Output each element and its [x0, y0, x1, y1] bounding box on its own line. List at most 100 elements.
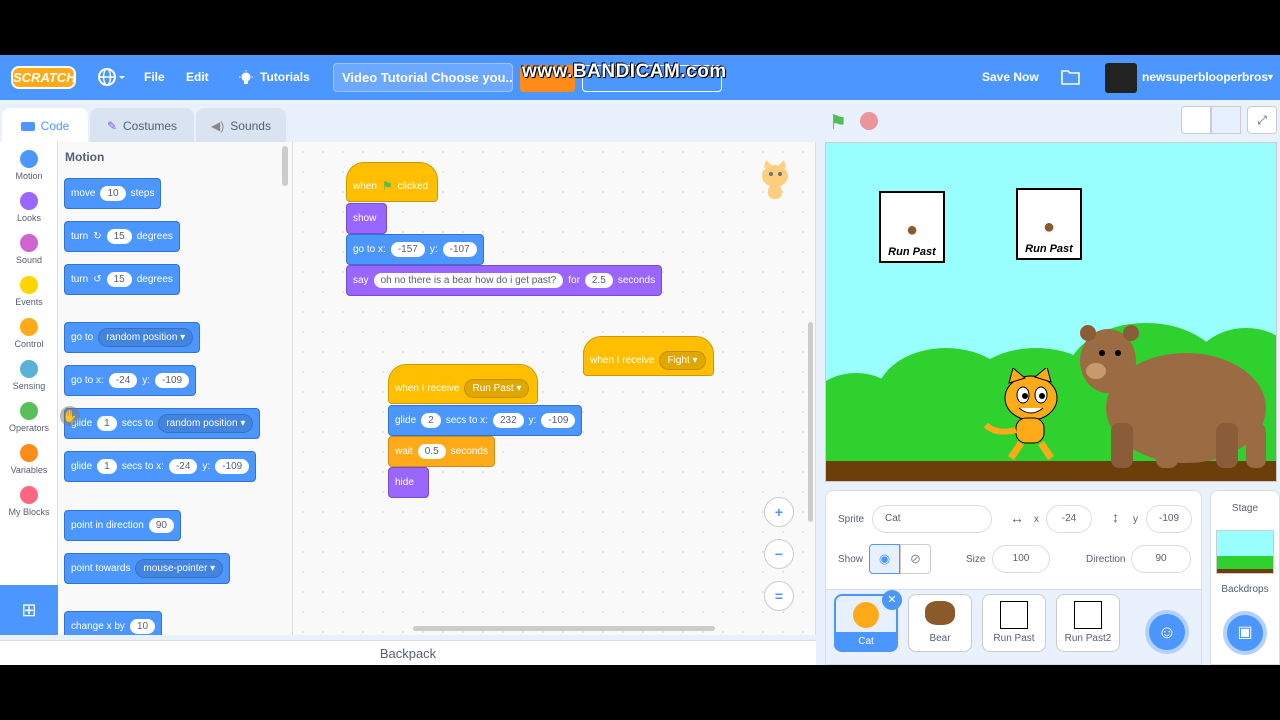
category-motion[interactable]: Motion	[0, 150, 58, 181]
sprite-thumb-run-past[interactable]: Run Past	[982, 594, 1046, 652]
script-area-vscrollbar[interactable]	[808, 322, 813, 522]
block-input[interactable]: 2	[421, 413, 441, 428]
block-input[interactable]: 10	[100, 186, 126, 201]
scratch-logo[interactable]: SCRATCH	[11, 66, 76, 89]
large-stage-button[interactable]	[1211, 106, 1241, 134]
block-input[interactable]: 2.5	[584, 273, 613, 288]
point-towards-block[interactable]: point towards mouse-pointer ▾	[64, 553, 231, 584]
when-flag-clicked-block[interactable]: when ⚑ clicked	[346, 162, 438, 202]
backpack[interactable]: Backpack	[0, 640, 816, 665]
edit-menu[interactable]: Edit	[186, 55, 209, 100]
cat-sprite[interactable]	[981, 368, 1076, 463]
sprite-thumb-run-past2[interactable]: Run Past2	[1056, 594, 1120, 652]
block-dropdown[interactable]: mouse-pointer ▾	[135, 559, 224, 578]
block-dropdown[interactable]: random position ▾	[98, 328, 194, 347]
palette-scrollbar[interactable]	[282, 146, 288, 186]
block-input[interactable]: 15	[106, 272, 132, 287]
save-now-button[interactable]: Save Now	[982, 55, 1039, 100]
block-input[interactable]: -24	[108, 373, 138, 388]
glide-xy-block[interactable]: glide 1 secs to x: -24 y: -109	[64, 451, 257, 482]
sprite-name-input[interactable]: Cat	[872, 505, 992, 533]
stop-sign-icon[interactable]	[860, 112, 878, 130]
wait-block[interactable]: wait 0.5 seconds	[388, 436, 495, 467]
folder-icon[interactable]	[1060, 55, 1082, 100]
zoom-out-button[interactable]: −	[764, 539, 794, 569]
show-eye-icon[interactable]: ◉	[869, 544, 900, 574]
zoom-in-button[interactable]: +	[764, 497, 794, 527]
block-input[interactable]: 90	[148, 518, 174, 533]
block-input[interactable]: 1	[97, 459, 117, 474]
category-variables[interactable]: Variables	[0, 444, 58, 475]
username[interactable]: newsuperblooperbros	[1142, 55, 1268, 100]
show-block[interactable]: show	[346, 203, 387, 234]
tutorials-button[interactable]: Tutorials	[238, 55, 310, 100]
block-input[interactable]: -109	[215, 459, 250, 474]
block-input[interactable]: -109	[541, 413, 576, 428]
direction-input[interactable]: 90	[1131, 545, 1191, 573]
run-past-sign-1[interactable]: ● Run Past	[879, 191, 945, 263]
hide-block[interactable]: hide	[388, 467, 429, 498]
hide-eye-icon[interactable]: ⊘	[900, 544, 931, 574]
green-flag-icon[interactable]: ⚑	[829, 110, 847, 135]
stage-canvas[interactable]: ● Run Past ● Run Past	[825, 142, 1277, 482]
tab-costumes[interactable]: ✎ Costumes	[90, 108, 194, 145]
avatar[interactable]	[1105, 63, 1137, 93]
say-for-secs-block[interactable]: say oh no there is a bear how do i get pa…	[346, 265, 663, 296]
project-title-input[interactable]: Video Tutorial Choose you...	[333, 63, 513, 92]
language-icon[interactable]	[97, 55, 127, 100]
category-operators[interactable]: Operators	[0, 402, 58, 433]
category-control[interactable]: Control	[0, 318, 58, 349]
block-input[interactable]: -107	[442, 242, 477, 257]
block-input[interactable]: 0.5	[417, 444, 446, 459]
block-input[interactable]: -109	[155, 373, 190, 388]
block-input[interactable]: oh no there is a bear how do i get past?	[373, 273, 564, 288]
category-sensing[interactable]: Sensing	[0, 360, 58, 391]
fullscreen-icon[interactable]: ⤢	[1247, 106, 1277, 134]
sprite-thumb-bear[interactable]: Bear	[908, 594, 972, 652]
script-area[interactable]: when ⚑ clicked show go to x: -157 y: -107 say…	[293, 142, 816, 635]
glide-random-block[interactable]: glide 1 secs to random position ▾	[64, 408, 261, 439]
change-x-block[interactable]: change x by 10	[64, 611, 163, 635]
turn-left-block[interactable]: turn ↺ 15 degrees	[64, 264, 180, 295]
size-input[interactable]: 100	[992, 545, 1050, 573]
move-block[interactable]: move 10 steps	[64, 178, 162, 209]
tab-sounds[interactable]: ◀) Sounds	[196, 108, 286, 145]
block-input[interactable]: -24	[168, 459, 198, 474]
run-past-sign-2[interactable]: ● Run Past	[1016, 188, 1082, 260]
go-to-xy-block[interactable]: go to x: -157 y: -107	[346, 234, 484, 265]
choose-backdrop-button[interactable]: ▣	[1223, 611, 1267, 655]
bear-sprite[interactable]	[1076, 323, 1276, 468]
block-input[interactable]: 10	[129, 619, 156, 634]
block-input[interactable]: 232	[492, 413, 524, 428]
when-i-receive-run-past-block[interactable]: when I receive Run Past ▾	[388, 364, 538, 404]
go-to-xy-block[interactable]: go to x: -24 y: -109	[64, 365, 197, 396]
category-my-blocks[interactable]: My Blocks	[0, 486, 58, 517]
block-palette[interactable]: Motion move 10 steps turn ↻ 15 degrees turn ↺ 1…	[58, 142, 293, 635]
delete-icon[interactable]: ✕	[882, 590, 902, 610]
turn-right-block[interactable]: turn ↻ 15 degrees	[64, 221, 180, 252]
block-dropdown[interactable]: Run Past ▾	[464, 378, 530, 398]
block-input[interactable]: 15	[106, 229, 132, 244]
category-sound[interactable]: Sound	[0, 234, 58, 265]
y-position-input[interactable]: -109	[1146, 505, 1192, 533]
block-input[interactable]: -157	[390, 242, 425, 257]
choose-sprite-button[interactable]: ☺	[1145, 610, 1189, 654]
add-extension-button[interactable]: ⊞	[0, 585, 58, 635]
go-to-random-block[interactable]: go to random position ▾	[64, 322, 201, 353]
block-input[interactable]: 1	[97, 416, 117, 431]
x-position-input[interactable]: -24	[1046, 505, 1092, 533]
account-chevron-down-icon[interactable]: ▼	[1266, 55, 1275, 100]
file-menu[interactable]: File	[144, 55, 165, 100]
glide-xy-block[interactable]: glide 2 secs to x: 232 y: -109	[388, 405, 583, 436]
sprite-thumb-cat[interactable]: Cat ✕	[834, 590, 902, 652]
category-events[interactable]: Events	[0, 276, 58, 307]
block-dropdown[interactable]: Fight ▾	[659, 350, 706, 370]
small-stage-button[interactable]	[1181, 106, 1211, 134]
when-i-receive-fight-block[interactable]: when I receive Fight ▾	[583, 336, 714, 376]
stage-selector[interactable]: Stage Backdrops ▣	[1210, 490, 1280, 665]
script-area-scrollbar[interactable]	[413, 626, 715, 631]
zoom-reset-button[interactable]: =	[764, 581, 794, 611]
category-looks[interactable]: Looks	[0, 192, 58, 223]
tab-code[interactable]: Code	[2, 108, 88, 145]
point-in-direction-block[interactable]: point in direction 90	[64, 510, 181, 541]
